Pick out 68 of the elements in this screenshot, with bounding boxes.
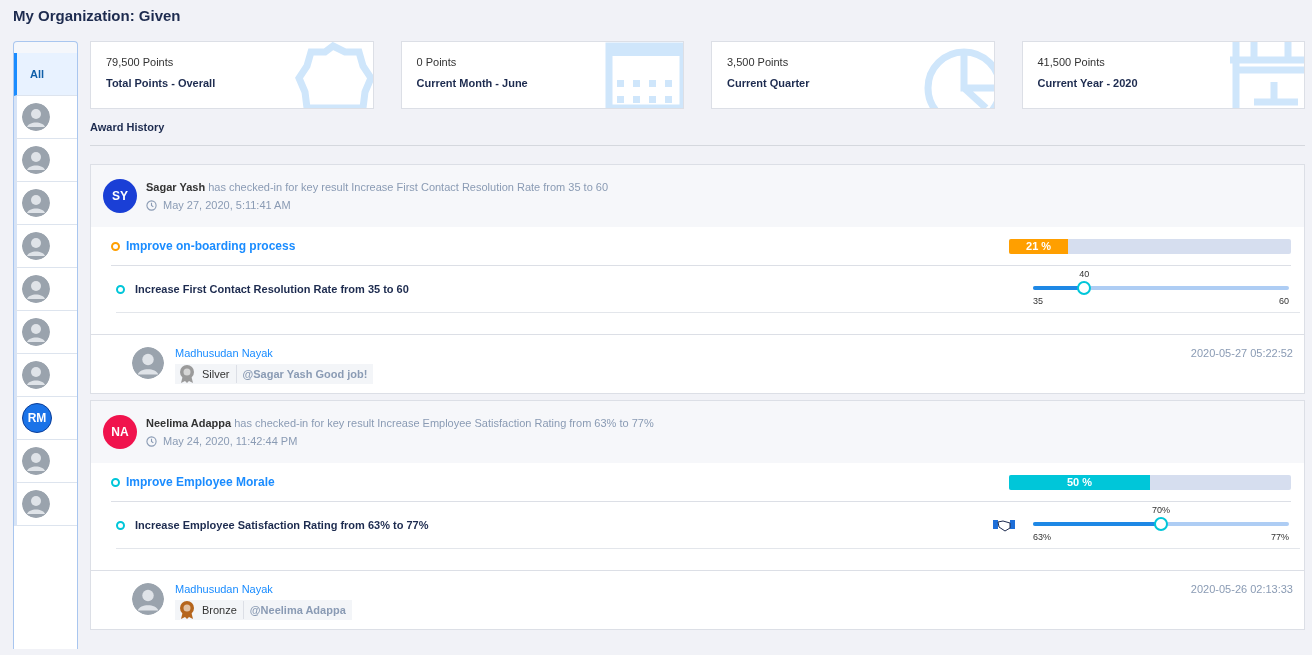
- avatar-icon: [22, 232, 50, 260]
- user-avatar: NA: [103, 415, 137, 449]
- award-timestamp: 2020-05-26 02:13:33: [1190, 583, 1293, 597]
- status-dot: [116, 520, 125, 530]
- user-tab[interactable]: [14, 311, 77, 354]
- key-result-title: Increase Employee Satisfaction Rating from 63% to 77%: [135, 519, 430, 531]
- badge-icon: [292, 42, 373, 108]
- stat-label: Current Quarter: [727, 77, 811, 89]
- slider-max: 60: [1279, 296, 1289, 306]
- avatar-icon: [22, 361, 50, 389]
- user-tab[interactable]: [14, 225, 77, 268]
- avatar-icon: [132, 347, 164, 379]
- objective-link[interactable]: Improve Employee Morale: [126, 475, 1009, 489]
- avatar-icon: [132, 583, 164, 615]
- user-tab[interactable]: [14, 268, 77, 311]
- progress-fill: 50 %: [1009, 474, 1150, 490]
- user-tab[interactable]: [14, 440, 77, 483]
- checkin-time: May 24, 2020, 11:42:44 PM: [163, 435, 298, 447]
- progress-fill: 21 %: [1009, 238, 1069, 254]
- section-title: Award History: [90, 109, 1305, 146]
- page-title: My Organization: Given: [13, 6, 182, 26]
- user-avatar: SY: [103, 179, 137, 213]
- avatar-icon: [22, 490, 50, 518]
- award-message: @Neelima Adappa: [248, 603, 347, 618]
- stat-label: Current Year - 2020: [1037, 77, 1139, 89]
- avatar-icon: [22, 447, 50, 475]
- user-tab[interactable]: RM: [14, 397, 77, 440]
- stat-value: 3,500 Points: [727, 56, 790, 68]
- slider-thumb[interactable]: [1077, 281, 1092, 295]
- medal-name: Silver: [196, 365, 237, 383]
- filter-tab[interactable]: All: [14, 53, 77, 96]
- stat-label: Total Points - Overall: [106, 77, 217, 89]
- slider-min: 35: [1033, 296, 1043, 306]
- award-message: @Sagar Yash Good job!: [241, 367, 369, 382]
- clock-icon: [146, 199, 157, 211]
- stat-value: 0 Points: [416, 56, 458, 68]
- user-tab[interactable]: [14, 182, 77, 225]
- clock-icon: [146, 435, 157, 447]
- checkin-time: May 27, 2020, 5:11:41 AM: [163, 199, 291, 211]
- objective-link[interactable]: Improve on-boarding process: [126, 239, 1009, 253]
- user-tab[interactable]: [14, 139, 77, 182]
- avatar-icon: [22, 189, 50, 217]
- stat-value: 79,500 Points: [106, 56, 175, 68]
- user-avatar: RM: [22, 403, 52, 433]
- slider-value: 70%: [1152, 505, 1170, 515]
- medal-name: Bronze: [196, 601, 244, 619]
- slider-thumb[interactable]: [1154, 517, 1168, 531]
- slider-max: 77%: [1271, 532, 1289, 542]
- status-dot: [116, 284, 125, 294]
- user-tab[interactable]: [14, 354, 77, 397]
- avatar-icon: [22, 146, 50, 174]
- avatar-icon: [22, 103, 50, 131]
- giver-link[interactable]: Madhusudan Nayak: [175, 583, 1180, 595]
- checkin-text: Sagar Yash has checked-in for key result Increase First Contact Resolution Rate from 35 to 60: [146, 181, 609, 193]
- avatar-icon: [22, 275, 50, 303]
- handshake-icon: [993, 518, 1015, 532]
- slider-min: 63%: [1033, 532, 1051, 542]
- calendar-icon: [603, 42, 683, 108]
- slider-value: 40: [1079, 269, 1090, 279]
- stat-value: 41,500 Points: [1037, 56, 1106, 68]
- award-timestamp: 2020-05-27 05:22:52: [1190, 347, 1293, 361]
- stat-label: Current Month - June: [416, 77, 529, 89]
- user-tab[interactable]: [14, 483, 77, 526]
- user-tab[interactable]: [14, 96, 77, 139]
- key-result-title: Increase First Contact Resolution Rate from 35 to 60: [135, 283, 410, 295]
- giver-link[interactable]: Madhusudan Nayak: [175, 347, 1180, 359]
- avatar-icon: [22, 318, 50, 346]
- checkin-text: Neelima Adappa has checked-in for key result Increase Employee Satisfaction Rating from 63% to 77%: [146, 417, 654, 429]
